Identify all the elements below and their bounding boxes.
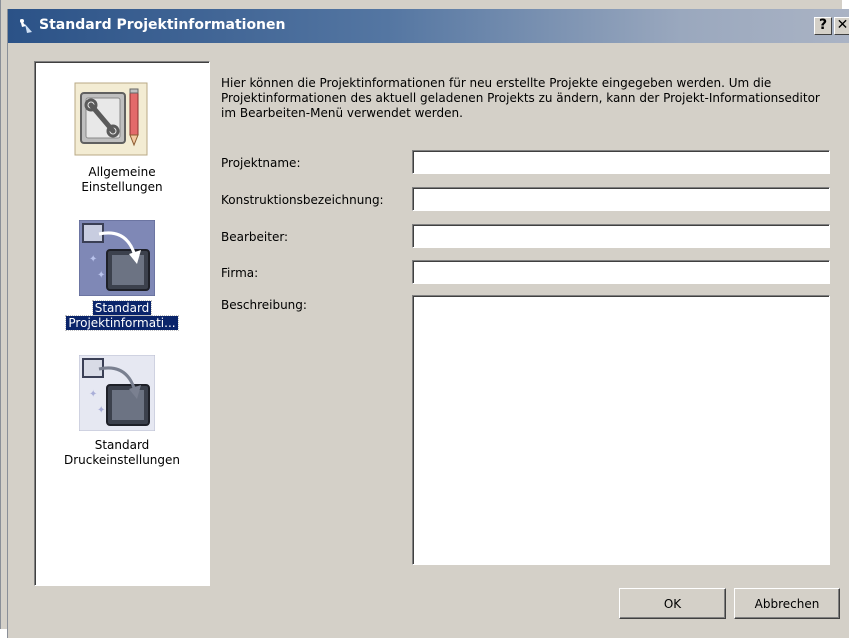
projektname-input[interactable]	[412, 150, 830, 174]
firma-label: Firma:	[221, 266, 259, 280]
ok-button[interactable]: OK	[619, 588, 726, 619]
nav-label-line1: Standard	[91, 300, 153, 316]
beschreibung-textarea[interactable]	[412, 295, 830, 565]
nav-label-line1: Allgemeine	[88, 165, 156, 179]
bearbeiter-input[interactable]	[412, 224, 830, 248]
print-settings-arrow-icon: ✦ ✦	[79, 355, 155, 431]
projektname-label: Projektname:	[221, 156, 301, 170]
nav-item-allgemeine-einstellungen[interactable]: Allgemeine Einstellungen	[35, 62, 209, 194]
konstruktionsbezeichnung-input[interactable]	[412, 187, 830, 211]
project-info-arrow-icon: ✦ ✦	[79, 220, 155, 296]
svg-text:✦: ✦	[97, 270, 105, 281]
info-description: Hier können die Projektinformationen für…	[221, 76, 820, 120]
nav-label-standard-druck: Standard Druckeinstellungen	[35, 438, 209, 468]
settings-category-list: Allgemeine Einstellungen ✦ ✦ Standard Pr…	[34, 61, 210, 586]
svg-text:✦: ✦	[97, 405, 105, 416]
close-button[interactable]: ✕	[834, 17, 849, 35]
help-button[interactable]: ?	[814, 17, 832, 35]
title-bar[interactable]: Standard Projektinformationen ? ✕	[8, 9, 849, 43]
nav-label-line2: Einstellungen	[81, 180, 163, 194]
nav-item-standard-projektinformationen[interactable]: ✦ ✦ Standard Projektinformati...	[35, 197, 209, 332]
nav-label-standard-projektinfo: Standard Projektinformati...	[35, 300, 209, 331]
nav-item-standard-druckeinstellungen[interactable]: ✦ ✦ Standard Druckeinstellungen	[35, 342, 209, 472]
nav-label-line2: Projektinformati...	[65, 315, 179, 331]
wrench-pencil-icon	[74, 82, 148, 156]
konstruktionsbezeichnung-label: Konstruktionsbezeichnung:	[221, 193, 384, 207]
dialog-window-frame: Standard Projektinformationen ? ✕ Allgem…	[7, 9, 849, 638]
svg-text:✦: ✦	[89, 389, 97, 400]
nav-label-line2: Druckeinstellungen	[63, 453, 181, 467]
cancel-button[interactable]: Abbrechen	[734, 588, 840, 619]
nav-label-line1: Standard	[94, 438, 150, 452]
svg-text:✦: ✦	[89, 254, 97, 265]
beschreibung-label: Beschreibung:	[221, 298, 307, 312]
window-title: Standard Projektinformationen	[39, 17, 286, 33]
nav-label-allgemeine: Allgemeine Einstellungen	[35, 165, 209, 195]
app-logo-icon	[20, 19, 32, 33]
bearbeiter-label: Bearbeiter:	[221, 230, 289, 244]
firma-input[interactable]	[412, 260, 830, 284]
